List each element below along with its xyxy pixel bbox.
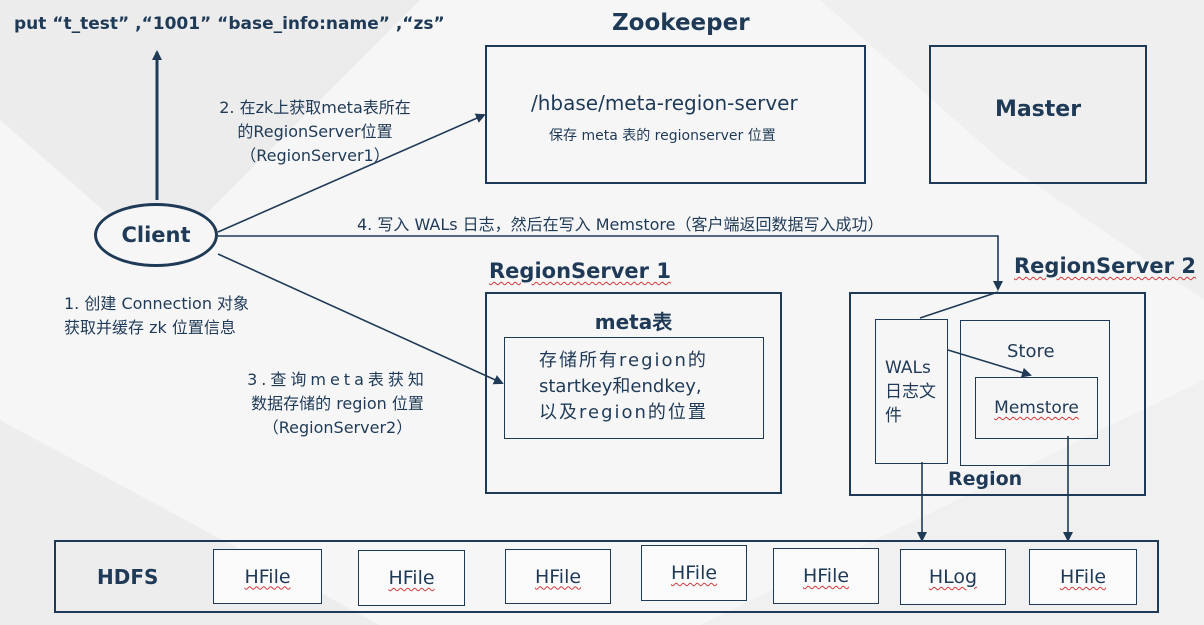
hfile-5-label: HFile bbox=[802, 565, 850, 587]
step2-label: 2. 在zk上获取meta表所在 的RegionServer位置 （Region… bbox=[190, 96, 440, 168]
region-label: Region bbox=[948, 468, 1023, 490]
zookeeper-title: Zookeeper bbox=[612, 10, 750, 36]
meta-line3: 以及region的位置 bbox=[539, 402, 708, 423]
zookeeper-box: /hbase/meta-region-server 保存 meta 表的 reg… bbox=[485, 45, 866, 184]
put-command: put “t_test” ,“1001” “base_info:name” ,“… bbox=[14, 14, 445, 34]
zookeeper-path: /hbase/meta-region-server bbox=[531, 91, 798, 115]
regionserver1-box: meta表 存储所有region的 startkey和endkey, 以及reg… bbox=[485, 292, 782, 494]
master-title: Master bbox=[994, 97, 1082, 122]
store-label: Store bbox=[1007, 341, 1055, 362]
hfile-3-label: HFile bbox=[534, 565, 582, 588]
step3-line3: （RegionServer2） bbox=[262, 418, 413, 437]
regionserver1-title: RegionServer 1 bbox=[489, 259, 671, 283]
hfile-1-label: HFile bbox=[244, 565, 291, 588]
regionserver2-box: WALs 日志文 件 Store Memstore Region bbox=[849, 292, 1146, 496]
memstore-box: Memstore bbox=[975, 377, 1098, 439]
step2-line1: 2. 在zk上获取meta表所在 bbox=[219, 98, 411, 117]
hfile-1: HFile bbox=[213, 549, 322, 604]
hfile-3: HFile bbox=[505, 549, 611, 604]
hfile-4-label: HFile bbox=[670, 562, 718, 584]
hfile-4: HFile bbox=[641, 545, 747, 601]
wals-box: WALs 日志文 件 bbox=[875, 319, 948, 464]
zookeeper-desc: 保存 meta 表的 regionserver 位置 bbox=[549, 128, 776, 144]
step2-line2: 的RegionServer位置 bbox=[237, 122, 393, 141]
step1-line1: 1. 创建 Connection 对象 bbox=[64, 294, 250, 313]
wals-line2: 日志文 bbox=[885, 382, 936, 402]
regionserver2-title: RegionServer 2 bbox=[1014, 254, 1196, 278]
meta-table-title: meta表 bbox=[594, 310, 673, 334]
step2-line3: （RegionServer1） bbox=[240, 146, 390, 165]
hfile-6-label: HFile bbox=[1059, 566, 1107, 588]
hfile-6: HFile bbox=[1029, 549, 1137, 605]
master-box: Master bbox=[929, 45, 1147, 184]
step3-line2: 数据存储的 region 位置 bbox=[251, 394, 424, 413]
client-node: Client bbox=[94, 203, 218, 267]
hfile-5: HFile bbox=[773, 548, 879, 604]
client-label: Client bbox=[121, 223, 191, 247]
hlog: HLog bbox=[900, 549, 1006, 605]
arrow-client-to-meta bbox=[217, 253, 504, 385]
step1-line2: 获取并缓存 zk 位置信息 bbox=[64, 318, 236, 337]
meta-line1: 存储所有region的 bbox=[539, 350, 708, 371]
step3-label: 3.查询meta表获知 数据存储的 region 位置 （RegionServe… bbox=[230, 368, 445, 440]
meta-line2: startkey和endkey, bbox=[539, 376, 702, 397]
step3-line1: 3.查询meta表获知 bbox=[247, 370, 428, 389]
step4-label: 4. 写入 WALs 日志，然后在写入 Memstore（客户端返回数据写入成功… bbox=[357, 215, 884, 234]
store-box: Store Memstore bbox=[960, 320, 1110, 466]
memstore-label: Memstore bbox=[994, 398, 1079, 418]
meta-table-box: 存储所有region的 startkey和endkey, 以及region的位置 bbox=[504, 337, 764, 439]
wals-line3: 件 bbox=[885, 406, 902, 426]
hfile-2: HFile bbox=[358, 550, 465, 606]
step1-label: 1. 创建 Connection 对象 获取并缓存 zk 位置信息 bbox=[64, 292, 249, 340]
hlog-label: HLog bbox=[928, 566, 978, 588]
hfile-2-label: HFile bbox=[388, 567, 435, 589]
wals-line1: WALs bbox=[885, 358, 931, 378]
hdfs-title: HDFS bbox=[97, 565, 159, 589]
